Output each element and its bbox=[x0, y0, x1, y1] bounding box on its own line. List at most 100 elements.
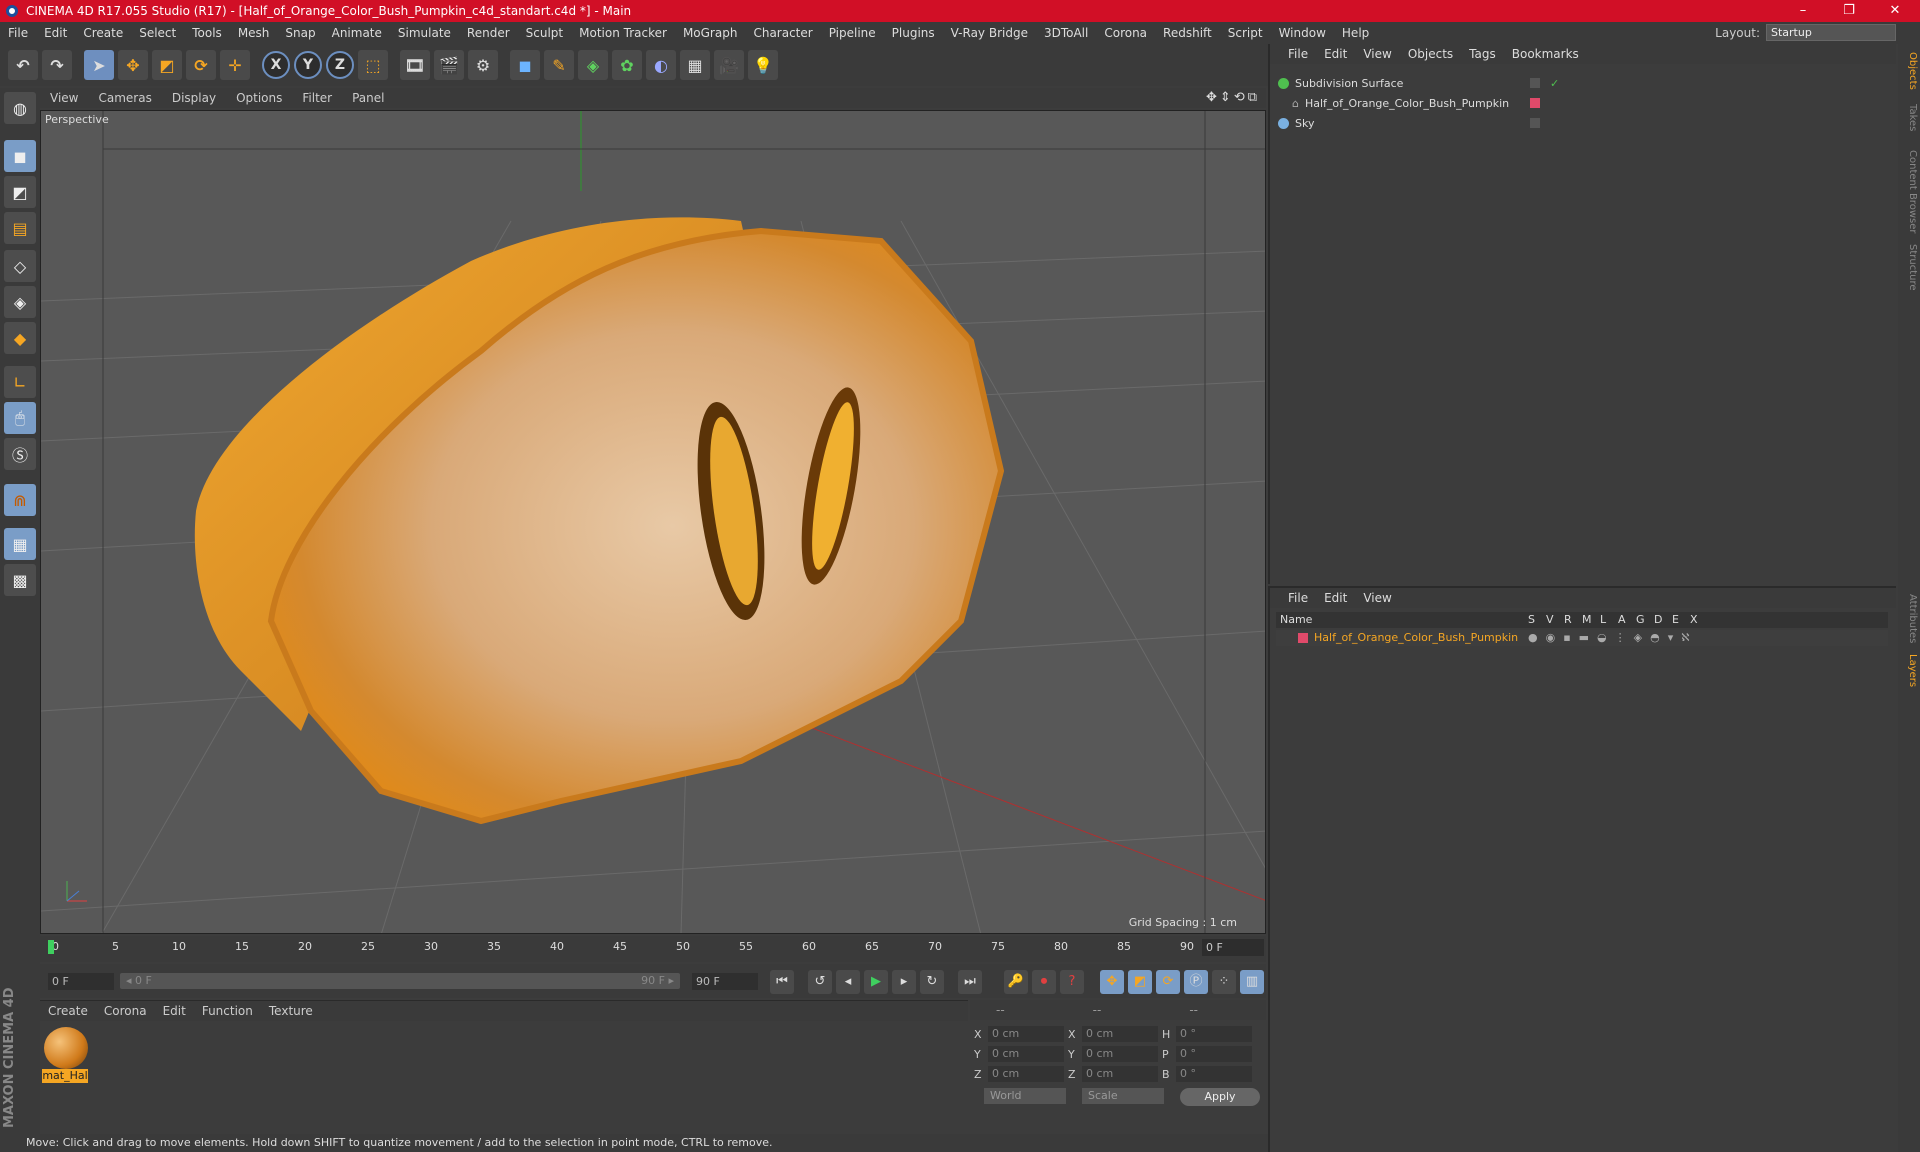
layer-color-swatch[interactable] bbox=[1298, 633, 1308, 643]
object-row-pumpkin[interactable]: ⌂ Half_of_Orange_Color_Bush_Pumpkin bbox=[1278, 94, 1890, 112]
model-mode-icon[interactable]: ◼ bbox=[4, 140, 36, 172]
rotate-tool-icon[interactable]: ⟳ bbox=[186, 50, 216, 80]
menu-snap[interactable]: Snap bbox=[277, 26, 323, 40]
camera-icon[interactable]: 🎥 bbox=[714, 50, 744, 80]
tab-structure[interactable]: Structure bbox=[1900, 244, 1918, 291]
tab-attributes[interactable]: Attributes bbox=[1900, 594, 1918, 643]
material-tag-icon[interactable] bbox=[1530, 98, 1540, 108]
floor-icon[interactable]: ▦ bbox=[680, 50, 710, 80]
position-z-field[interactable]: 0 cm bbox=[988, 1066, 1064, 1082]
viewport-menu-view[interactable]: View bbox=[40, 91, 88, 105]
transform-tool-icon[interactable]: ✛ bbox=[220, 50, 250, 80]
material-menu-texture[interactable]: Texture bbox=[261, 1004, 321, 1018]
rotation-p-field[interactable]: 0 ° bbox=[1176, 1046, 1252, 1062]
next-key-icon[interactable]: ↻ bbox=[920, 970, 944, 994]
solo-mode-icon[interactable]: Ⓢ bbox=[4, 438, 36, 470]
size-y-field[interactable]: 0 cm bbox=[1082, 1046, 1158, 1062]
make-editable-icon[interactable]: ◍ bbox=[4, 92, 36, 124]
tab-takes[interactable]: Takes bbox=[1900, 104, 1918, 131]
tab-content-browser[interactable]: Content Browser bbox=[1900, 150, 1918, 233]
select-tool-icon[interactable]: ➤ bbox=[84, 50, 114, 80]
layer-name[interactable]: Half_of_Orange_Color_Bush_Pumpkin bbox=[1314, 631, 1518, 644]
object-row-subdivision-surface[interactable]: Subdivision Surface ✓ bbox=[1278, 74, 1890, 92]
viewport-menu-filter[interactable]: Filter bbox=[292, 91, 342, 105]
layer-row[interactable]: Half_of_Orange_Color_Bush_Pumpkin ●◉▪▬◒⋮… bbox=[1276, 630, 1888, 646]
render-picture-viewer-icon[interactable]: 🎬 bbox=[434, 50, 464, 80]
y-axis-lock-button[interactable]: Y bbox=[294, 51, 322, 79]
render-settings-icon[interactable]: ⚙ bbox=[468, 50, 498, 80]
key-rotation-icon[interactable]: ⟳ bbox=[1156, 970, 1180, 994]
points-mode-icon[interactable]: ◇ bbox=[4, 250, 36, 282]
scale-tool-icon[interactable]: ◩ bbox=[152, 50, 182, 80]
grid-snap-icon[interactable]: ▩ bbox=[4, 564, 36, 596]
timeline-window-icon[interactable]: ▥ bbox=[1240, 970, 1264, 994]
position-y-field[interactable]: 0 cm bbox=[988, 1046, 1064, 1062]
object-row-sky[interactable]: Sky bbox=[1278, 114, 1890, 132]
perspective-viewport[interactable]: Perspective Grid Spacing : 1 cm bbox=[40, 110, 1266, 934]
go-to-end-icon[interactable]: ⏭ bbox=[958, 970, 982, 994]
viewport-menu-display[interactable]: Display bbox=[162, 91, 226, 105]
tab-layers[interactable]: Layers bbox=[1900, 654, 1918, 687]
go-to-start-icon[interactable]: ⏮ bbox=[770, 970, 794, 994]
menu-mesh[interactable]: Mesh bbox=[230, 26, 278, 40]
menu-script[interactable]: Script bbox=[1220, 26, 1271, 40]
previous-key-icon[interactable]: ↺ bbox=[808, 970, 832, 994]
menu-select[interactable]: Select bbox=[131, 26, 184, 40]
previous-frame-icon[interactable]: ◂ bbox=[836, 970, 860, 994]
render-view-icon[interactable]: 🎞 bbox=[400, 50, 430, 80]
layers-menu-view[interactable]: View bbox=[1355, 591, 1399, 605]
menu-sculpt[interactable]: Sculpt bbox=[518, 26, 571, 40]
menu-render[interactable]: Render bbox=[459, 26, 518, 40]
viewport-menu-cameras[interactable]: Cameras bbox=[88, 91, 161, 105]
key-position-icon[interactable]: ✥ bbox=[1100, 970, 1124, 994]
play-forward-icon[interactable]: ▶ bbox=[864, 970, 888, 994]
menu-vray-bridge[interactable]: V-Ray Bridge bbox=[943, 26, 1036, 40]
objects-menu-tags[interactable]: Tags bbox=[1461, 47, 1504, 61]
apply-button[interactable]: Apply bbox=[1180, 1088, 1260, 1106]
x-axis-lock-button[interactable]: X bbox=[262, 51, 290, 79]
redo-button[interactable]: ↷ bbox=[42, 50, 72, 80]
menu-window[interactable]: Window bbox=[1271, 26, 1334, 40]
objects-menu-view[interactable]: View bbox=[1355, 47, 1399, 61]
menu-create[interactable]: Create bbox=[75, 26, 131, 40]
coordinate-system-icon[interactable]: ⬚ bbox=[358, 50, 388, 80]
menu-motion-tracker[interactable]: Motion Tracker bbox=[571, 26, 675, 40]
menu-corona[interactable]: Corona bbox=[1096, 26, 1155, 40]
material-menu-function[interactable]: Function bbox=[194, 1004, 261, 1018]
preview-range-slider[interactable]: ◂ 0 F 90 F ▸ bbox=[120, 973, 680, 989]
layers-menu-file[interactable]: File bbox=[1280, 591, 1316, 605]
menu-redshift[interactable]: Redshift bbox=[1155, 26, 1220, 40]
material-menu-edit[interactable]: Edit bbox=[155, 1004, 194, 1018]
edges-mode-icon[interactable]: ◈ bbox=[4, 286, 36, 318]
z-axis-lock-button[interactable]: Z bbox=[326, 51, 354, 79]
spline-pen-icon[interactable]: ✎ bbox=[544, 50, 574, 80]
minimize-button[interactable]: – bbox=[1780, 0, 1826, 22]
menu-edit[interactable]: Edit bbox=[36, 26, 75, 40]
objects-menu-objects[interactable]: Objects bbox=[1400, 47, 1461, 61]
viewport-menu-options[interactable]: Options bbox=[226, 91, 292, 105]
subdivision-surface-icon[interactable]: ◈ bbox=[578, 50, 608, 80]
key-parameter-icon[interactable]: Ⓟ bbox=[1184, 970, 1208, 994]
material-preview-thumbnail[interactable] bbox=[44, 1027, 88, 1069]
size-z-field[interactable]: 0 cm bbox=[1082, 1066, 1158, 1082]
axis-mode-icon[interactable]: ∟ bbox=[4, 366, 36, 398]
objects-menu-file[interactable]: File bbox=[1280, 47, 1316, 61]
cloner-icon[interactable]: ✿ bbox=[612, 50, 642, 80]
menu-help[interactable]: Help bbox=[1334, 26, 1377, 40]
size-x-field[interactable]: 0 cm bbox=[1082, 1026, 1158, 1042]
menu-character[interactable]: Character bbox=[745, 26, 820, 40]
objects-menu-edit[interactable]: Edit bbox=[1316, 47, 1355, 61]
layers-menu-edit[interactable]: Edit bbox=[1316, 591, 1355, 605]
menu-animate[interactable]: Animate bbox=[324, 26, 390, 40]
visibility-toggle-icon[interactable] bbox=[1530, 118, 1540, 128]
key-scale-icon[interactable]: ◩ bbox=[1128, 970, 1152, 994]
visibility-toggle-icon[interactable] bbox=[1530, 78, 1540, 88]
menu-file[interactable]: File bbox=[0, 26, 36, 40]
menu-simulate[interactable]: Simulate bbox=[390, 26, 459, 40]
current-frame-field[interactable]: 0 F bbox=[1202, 939, 1264, 956]
viewport-menu-panel[interactable]: Panel bbox=[342, 91, 394, 105]
undo-button[interactable]: ↶ bbox=[8, 50, 38, 80]
tweak-mode-icon[interactable]: 🖱 bbox=[4, 402, 36, 434]
deformer-icon[interactable]: ◐ bbox=[646, 50, 676, 80]
end-frame-field[interactable]: 90 F bbox=[692, 973, 758, 990]
